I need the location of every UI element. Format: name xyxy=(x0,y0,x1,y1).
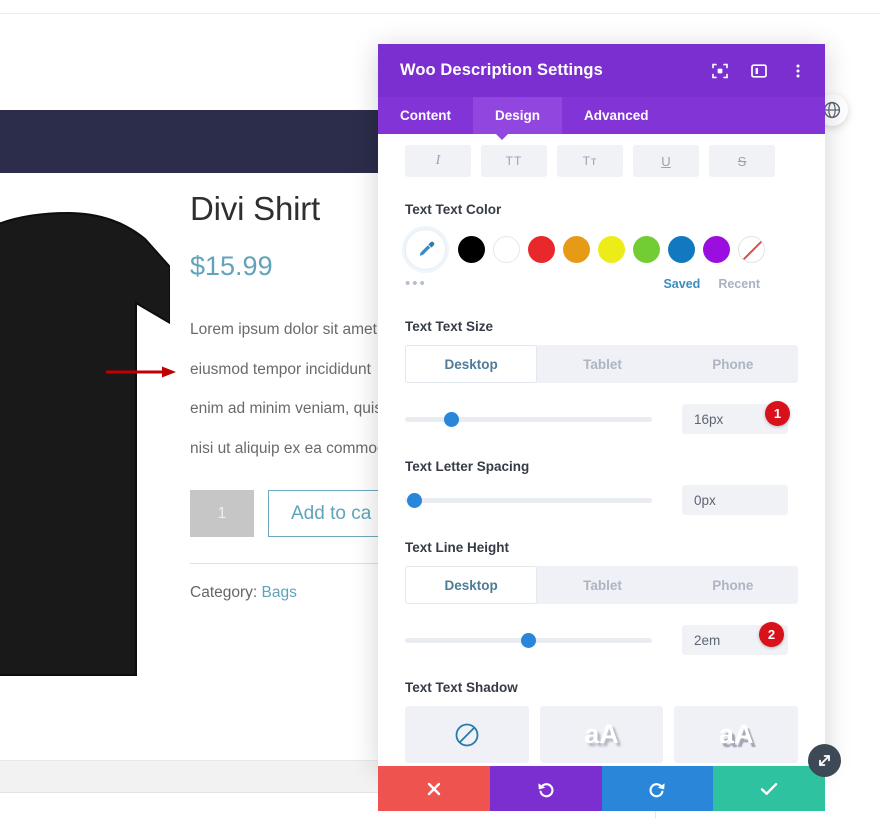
swatch-blue[interactable] xyxy=(668,235,695,263)
swatch-red[interactable] xyxy=(528,235,555,263)
line-height-slider-knob[interactable] xyxy=(521,632,536,648)
lh-device-tab-phone[interactable]: Phone xyxy=(668,566,798,604)
italic-glyph: I xyxy=(435,153,441,168)
device-tab-tablet[interactable]: Tablet xyxy=(537,345,667,383)
tab-content[interactable]: Content xyxy=(378,97,473,134)
swatch-orange[interactable] xyxy=(563,235,590,263)
magnifier-icon[interactable] xyxy=(97,221,117,241)
save-button[interactable] xyxy=(713,766,825,811)
line-height-slider[interactable] xyxy=(405,632,652,648)
redo-icon xyxy=(649,782,665,797)
annotation-badge-1: 1 xyxy=(765,401,790,426)
shadow-soft-option[interactable]: aA xyxy=(539,706,664,763)
swatch-yellow[interactable] xyxy=(598,235,625,263)
tab-advanced[interactable]: Advanced xyxy=(562,97,671,134)
swatch-white[interactable] xyxy=(493,235,520,263)
focus-expand-icon[interactable] xyxy=(711,62,729,80)
capitalize-glyph: Tᴛ xyxy=(582,154,598,168)
underline-button[interactable]: U xyxy=(633,145,699,177)
letter-spacing-slider-row xyxy=(405,485,798,515)
modal-header-actions xyxy=(711,44,807,97)
eyedropper-icon[interactable] xyxy=(405,228,446,270)
screen-root: Divi Shirt $15.99 Lorem ipsum dolor sit … xyxy=(0,0,880,818)
uppercase-button[interactable]: TT xyxy=(481,145,547,177)
layout-panel-icon[interactable] xyxy=(750,62,768,80)
underline-glyph: U xyxy=(661,153,671,169)
color-swatch-subrow: ••• Saved Recent xyxy=(405,274,798,294)
close-icon xyxy=(427,782,441,795)
letter-spacing-label: Text Letter Spacing xyxy=(405,459,530,474)
design-panel: I TT Tᴛ U S Text Text Color ••• Saved Re… xyxy=(378,134,825,766)
swatch-green[interactable] xyxy=(633,235,660,263)
page-top-divider xyxy=(0,13,880,14)
category-link[interactable]: Bags xyxy=(262,584,297,601)
text-size-device-tabs: Desktop Tablet Phone xyxy=(405,345,798,383)
annotation-badge-2: 2 xyxy=(759,622,784,647)
text-shadow-options: aA aA xyxy=(405,706,799,763)
line-height-device-tabs: Desktop Tablet Phone xyxy=(405,566,798,604)
category-label: Category: xyxy=(190,584,258,602)
letter-spacing-slider[interactable] xyxy=(405,492,652,508)
lh-device-tab-desktop[interactable]: Desktop xyxy=(405,566,538,604)
device-tab-desktop[interactable]: Desktop xyxy=(405,345,538,383)
modal-header: Woo Description Settings xyxy=(378,44,825,97)
italic-button[interactable]: I xyxy=(405,145,471,177)
text-size-slider-knob[interactable] xyxy=(444,411,460,427)
more-vertical-icon[interactable] xyxy=(789,62,807,80)
line-height-slider-row: 2 xyxy=(405,622,798,655)
swatch-black[interactable] xyxy=(458,235,485,263)
red-arrow-annotation xyxy=(106,366,176,378)
saved-colors-tab[interactable]: Saved xyxy=(663,277,700,291)
resize-diagonal-icon[interactable] xyxy=(808,744,841,777)
settings-modal: Woo Description Settings Content Design … xyxy=(378,44,825,811)
capitalize-button[interactable]: Tᴛ xyxy=(557,145,623,177)
color-swatch-row xyxy=(405,228,798,270)
device-tab-phone[interactable]: Phone xyxy=(668,345,798,383)
uppercase-glyph: TT xyxy=(505,154,523,168)
text-size-slider-row: 1 xyxy=(405,401,798,434)
text-size-label: Text Text Size xyxy=(405,319,494,334)
undo-button[interactable] xyxy=(489,766,602,811)
check-icon xyxy=(760,782,778,795)
swatch-purple[interactable] xyxy=(703,235,730,263)
cancel-button[interactable] xyxy=(378,766,490,811)
recent-colors-tab[interactable]: Recent xyxy=(718,277,760,291)
tshirt-illustration xyxy=(0,211,170,676)
shadow-none-option[interactable] xyxy=(405,706,529,763)
tab-design[interactable]: Design xyxy=(473,97,563,134)
modal-tabs: Content Design Advanced xyxy=(378,97,825,134)
shadow-soft-glyph: aA xyxy=(584,719,619,749)
redo-button[interactable] xyxy=(601,766,714,811)
lh-device-tab-tablet[interactable]: Tablet xyxy=(537,566,667,604)
letter-spacing-value-input[interactable] xyxy=(682,485,788,515)
modal-footer xyxy=(378,766,825,811)
no-shadow-icon xyxy=(455,723,479,746)
modal-title: Woo Description Settings xyxy=(400,61,603,79)
strikethrough-glyph: S xyxy=(737,153,747,169)
text-size-slider[interactable] xyxy=(405,411,652,427)
letter-spacing-slider-knob[interactable] xyxy=(407,492,423,508)
quantity-input[interactable]: 1 xyxy=(190,490,254,538)
shadow-hard-option[interactable]: aA xyxy=(674,706,799,763)
text-format-buttons: I TT Tᴛ U S xyxy=(405,134,798,177)
text-shadow-label: Text Text Shadow xyxy=(405,680,518,695)
shadow-hard-glyph: aA xyxy=(718,719,754,749)
active-tab-caret xyxy=(496,134,508,140)
text-color-label: Text Text Color xyxy=(405,202,502,217)
strikethrough-button[interactable]: S xyxy=(709,145,775,177)
more-colors-icon[interactable]: ••• xyxy=(405,276,427,291)
undo-icon xyxy=(538,782,554,797)
product-image[interactable] xyxy=(0,195,175,700)
swatch-none[interactable] xyxy=(738,235,765,263)
line-height-label: Text Line Height xyxy=(405,540,510,555)
